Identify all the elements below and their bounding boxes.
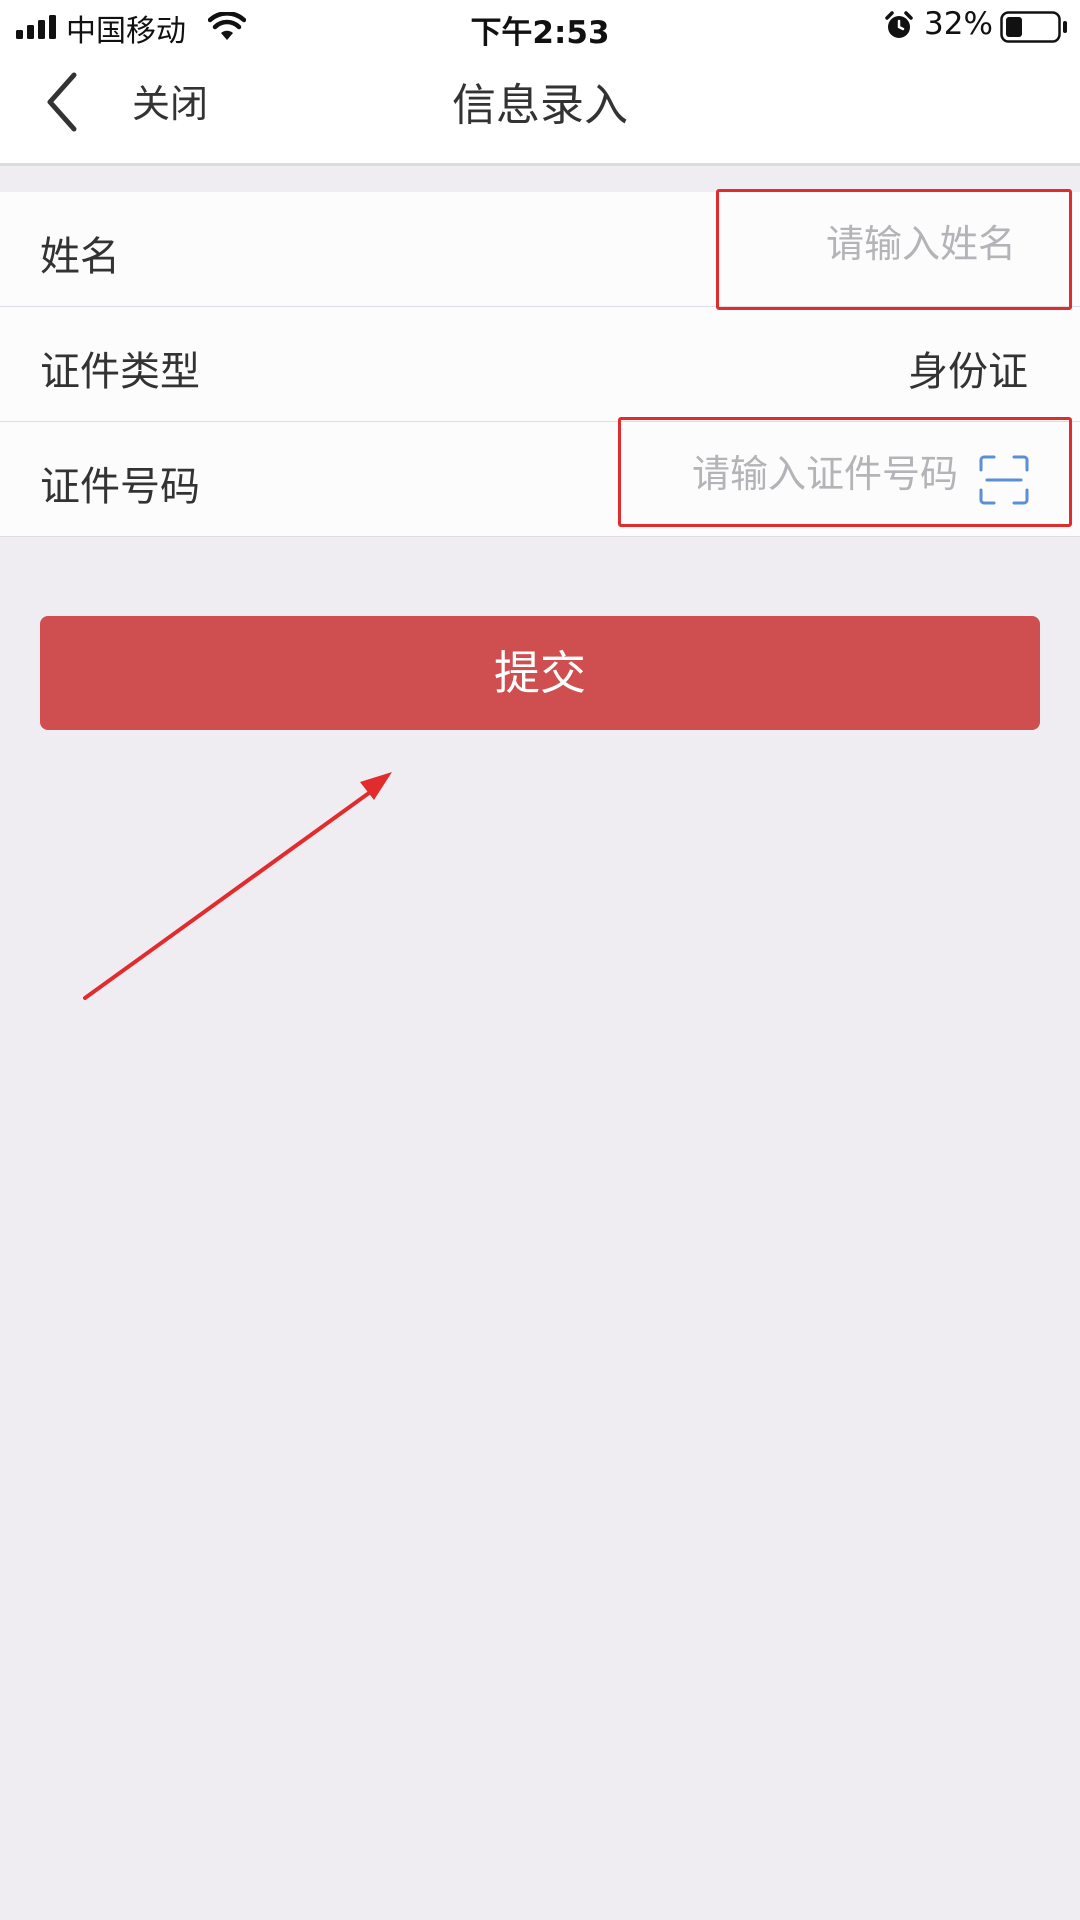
battery-icon <box>1000 11 1067 43</box>
id-type-label: 证件类型 <box>40 349 200 395</box>
battery-percent: 32% <box>924 6 993 42</box>
id-type-value[interactable]: 身份证 <box>908 339 1028 397</box>
alarm-icon <box>885 11 913 38</box>
status-time: 下午2:53 <box>470 15 610 51</box>
submit-button[interactable]: 提交 <box>40 616 1040 730</box>
name-input-highlight <box>716 189 1072 310</box>
id-type-row[interactable]: 证件类型 身份证 <box>0 307 1080 422</box>
id-number-highlight <box>618 417 1072 527</box>
page-title: 信息录入 <box>452 80 628 131</box>
name-label: 姓名 <box>40 234 120 280</box>
status-bar: 中国移动 下午2:53 32% <box>0 0 1080 55</box>
id-number-label: 证件号码 <box>40 464 200 510</box>
nav-bar: 关闭 信息录入 <box>0 55 1080 166</box>
